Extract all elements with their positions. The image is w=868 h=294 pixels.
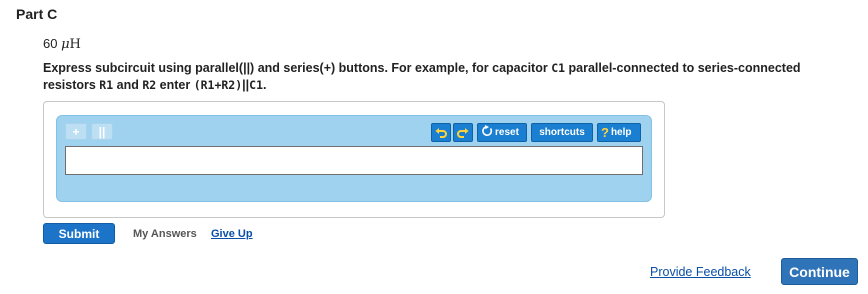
submit-button[interactable]: Submit [43,223,115,244]
given-unit: H [69,37,81,52]
instr-code-c1b: C1 [249,78,264,92]
provide-feedback-link[interactable]: Provide Feedback [650,265,751,279]
math-editor: + || reset shortcuts ? help [56,115,652,202]
redo-button[interactable] [453,123,473,142]
given-mu: μ [61,37,70,52]
given-value: 60 μH [43,36,81,52]
given-number: 60 [43,36,58,51]
editor-toolbar: + || reset shortcuts ? help [63,121,645,142]
redo-icon [457,127,469,138]
series-button[interactable]: + [65,123,87,140]
instr-text: and [113,78,143,92]
reset-icon [481,125,493,140]
instr-text: enter [156,78,194,92]
give-up-link[interactable]: Give Up [211,228,253,240]
instr-code-c1: C1 [551,61,566,75]
instr-text: . [263,78,267,92]
answer-input[interactable] [65,146,643,175]
reset-button[interactable]: reset [477,123,527,142]
answer-panel: + || reset shortcuts ? help [43,101,665,218]
instr-code-expr: (R1+R2) [193,78,243,92]
help-button[interactable]: ? help [597,123,641,142]
instr-code-r1: R1 [99,78,114,92]
help-icon: ? [601,125,609,140]
my-answers-label: My Answers [133,228,197,240]
instr-code-r2: R2 [142,78,157,92]
instructions: Express subcircuit using parallel(||) an… [43,60,853,94]
undo-icon [435,127,447,138]
reset-label: reset [495,127,519,138]
shortcuts-button[interactable]: shortcuts [531,123,593,142]
undo-button[interactable] [431,123,451,142]
part-title: Part C [16,6,58,22]
continue-button[interactable]: Continue [781,258,858,285]
parallel-button[interactable]: || [91,123,113,140]
instr-text: Express subcircuit using parallel(||) an… [43,61,552,75]
help-label: help [610,127,632,138]
